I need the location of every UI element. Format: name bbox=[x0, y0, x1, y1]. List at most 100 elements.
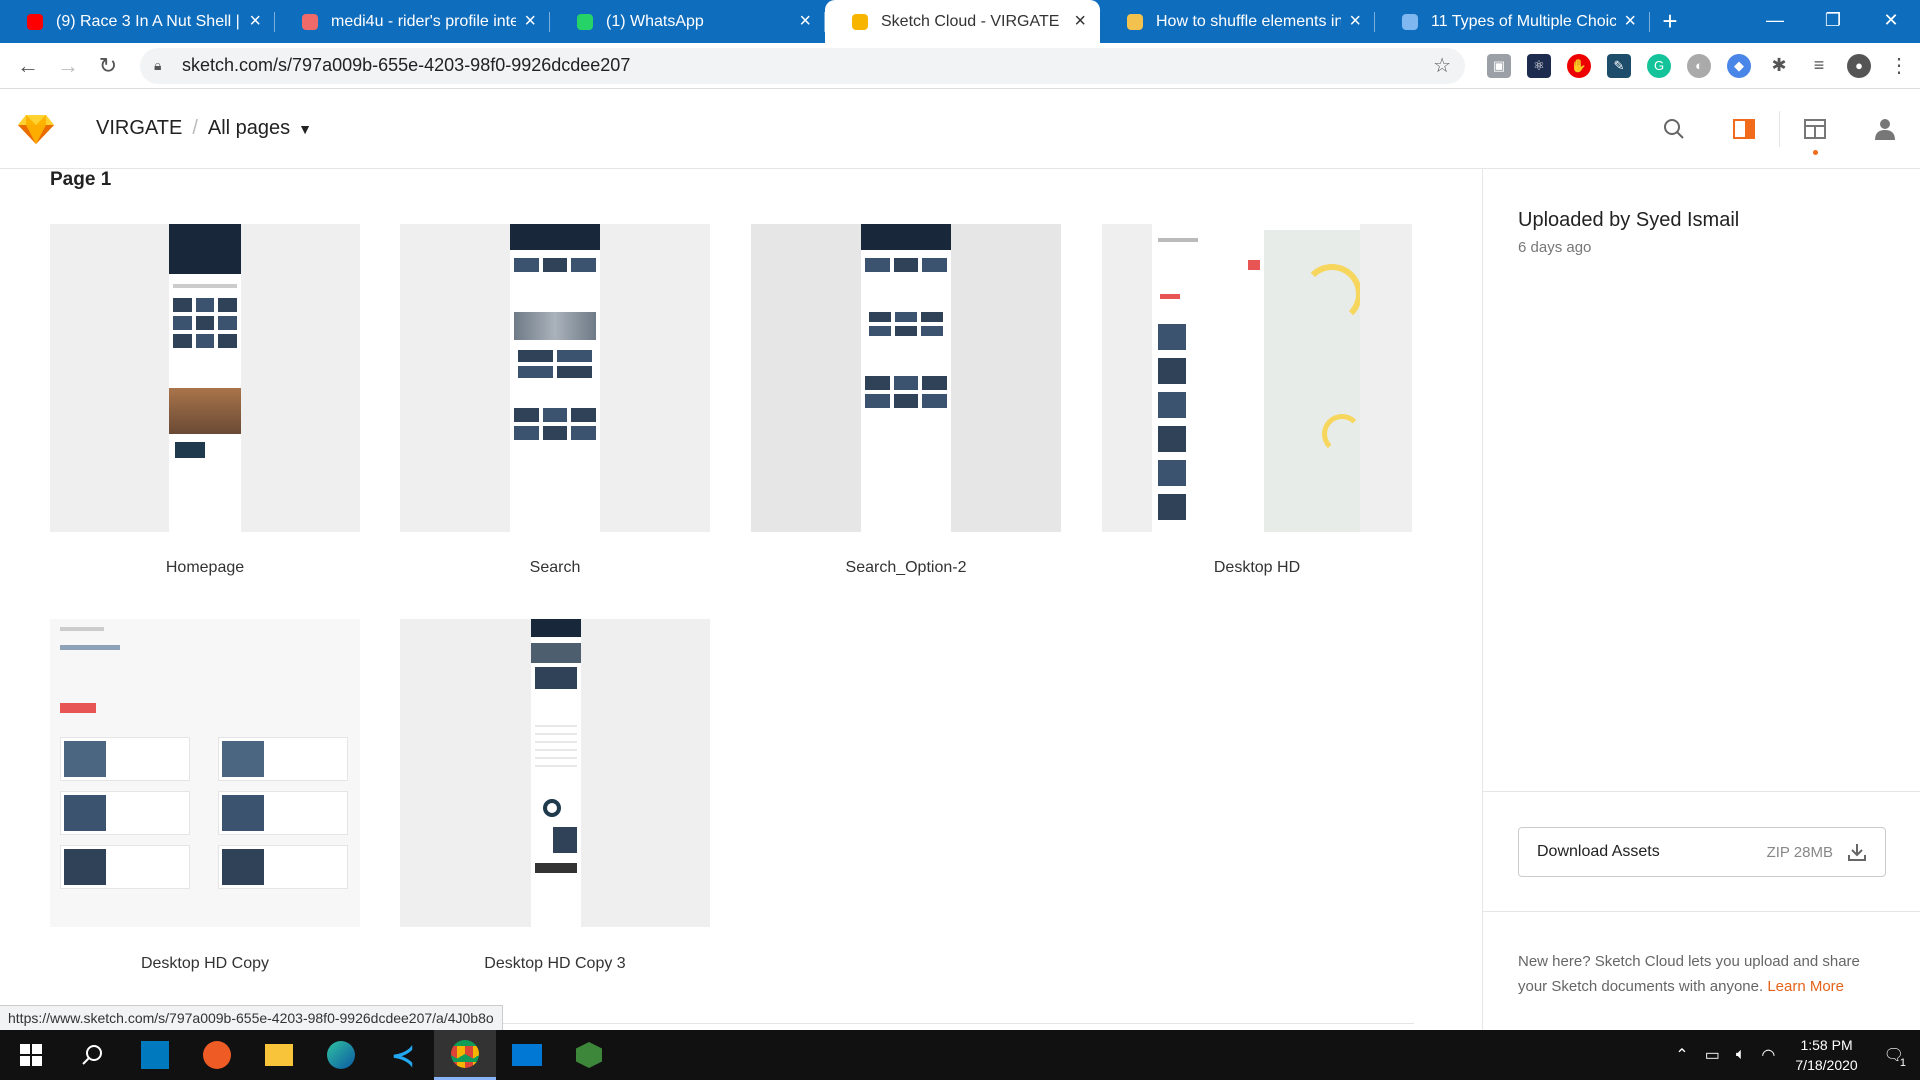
artboard-thumb-search[interactable] bbox=[400, 224, 710, 532]
action-center-button[interactable]: 🗨︎ 1 bbox=[1884, 1045, 1906, 1069]
chevron-down-icon[interactable]: ▼ bbox=[298, 121, 312, 137]
search-button[interactable] bbox=[1639, 89, 1709, 169]
start-button[interactable] bbox=[0, 1030, 62, 1080]
artboard-preview bbox=[861, 224, 951, 532]
forward-icon[interactable]: → bbox=[48, 53, 88, 79]
artboard-label[interactable]: Desktop HD bbox=[1102, 559, 1412, 577]
sidebar-toggle-button[interactable] bbox=[1709, 89, 1779, 169]
new-tab-button[interactable]: + bbox=[1650, 0, 1690, 43]
close-tab-icon[interactable]: × bbox=[799, 10, 811, 33]
tab-title: 11 Types of Multiple Choice bbox=[1431, 12, 1617, 30]
close-window-icon[interactable]: ✕ bbox=[1862, 0, 1920, 40]
reload-icon[interactable]: ↻ bbox=[88, 53, 128, 79]
browser-toolbar: ← → ↻ 🔒︎ sketch.com/s/797a009b-655e-4203… bbox=[0, 43, 1920, 89]
learn-more-link[interactable]: Learn More bbox=[1767, 978, 1844, 995]
grammarly-icon[interactable]: G bbox=[1647, 53, 1671, 78]
artboard-label[interactable]: Homepage bbox=[50, 559, 360, 577]
adblock-icon[interactable]: ✋ bbox=[1567, 53, 1591, 78]
tab-title: medi4u - rider's profile integ bbox=[331, 12, 517, 30]
url-text[interactable]: sketch.com/s/797a009b-655e-4203-98f0-992… bbox=[182, 55, 1433, 76]
pages-dropdown[interactable]: All pages bbox=[208, 117, 290, 140]
artboard-label[interactable]: Search bbox=[400, 559, 710, 577]
browser-tab[interactable]: How to shuffle elements in a × bbox=[1100, 0, 1375, 43]
minimize-icon[interactable]: — bbox=[1746, 0, 1804, 40]
trello-icon bbox=[141, 1041, 169, 1069]
clock[interactable]: 1:58 PM 7/18/2020 bbox=[1795, 1035, 1857, 1075]
taskbar-nodejs[interactable] bbox=[558, 1030, 620, 1080]
taskbar-file-explorer[interactable] bbox=[248, 1030, 310, 1080]
typeform-icon bbox=[1401, 13, 1419, 31]
header-actions bbox=[1639, 89, 1920, 169]
close-tab-icon[interactable]: × bbox=[249, 10, 261, 33]
close-tab-icon[interactable]: × bbox=[1074, 10, 1086, 33]
extension-icon[interactable]: ▣ bbox=[1487, 53, 1511, 78]
artboard-thumb-search-option-2[interactable] bbox=[751, 224, 1061, 532]
artboard-preview bbox=[50, 619, 360, 927]
battery-icon[interactable]: ▭ bbox=[1705, 1045, 1720, 1065]
artboard-label[interactable]: Desktop HD Copy bbox=[50, 955, 360, 973]
volume-icon[interactable]: 🔈︎ bbox=[1736, 1046, 1746, 1064]
upload-time: 6 days ago bbox=[1518, 239, 1592, 256]
postman-icon bbox=[203, 1041, 231, 1069]
sketch-logo-icon[interactable] bbox=[18, 114, 54, 144]
clock-time: 1:58 PM bbox=[1800, 1037, 1853, 1053]
sidebar-divider bbox=[1483, 791, 1920, 792]
artboard-thumb-desktop-hd[interactable] bbox=[1102, 224, 1412, 532]
close-tab-icon[interactable]: × bbox=[1624, 10, 1636, 33]
document-canvas: Page 1 Homepage Search Search_Option-2 D… bbox=[0, 169, 1482, 1030]
react-devtools-icon[interactable]: ⚛ bbox=[1527, 53, 1551, 78]
folder-icon bbox=[265, 1044, 293, 1066]
taskbar-edge[interactable] bbox=[310, 1030, 372, 1080]
browser-menu-icon[interactable]: ⋮ bbox=[1887, 54, 1911, 78]
mail-icon bbox=[512, 1044, 542, 1066]
address-bar[interactable]: 🔒︎ sketch.com/s/797a009b-655e-4203-98f0-… bbox=[140, 47, 1465, 84]
media-control-icon[interactable]: ≡ bbox=[1807, 54, 1831, 78]
taskbar-search-button[interactable] bbox=[62, 1030, 124, 1080]
download-assets-button[interactable]: Download Assets ZIP 28MB bbox=[1518, 827, 1886, 877]
browser-tab[interactable]: Sketch Cloud - VIRGATE × bbox=[825, 0, 1100, 43]
pen-extension-icon[interactable]: ✎ bbox=[1607, 53, 1631, 78]
back-icon[interactable]: ← bbox=[8, 53, 48, 79]
browser-tab[interactable]: medi4u - rider's profile integ × bbox=[275, 0, 550, 43]
layout-grid-icon bbox=[1804, 119, 1826, 139]
shield-extension-icon[interactable]: ◆ bbox=[1727, 53, 1751, 78]
download-meta: ZIP 28MB bbox=[1766, 843, 1833, 861]
taskbar-vscode[interactable]: ≺ bbox=[372, 1030, 434, 1080]
chevron-up-icon[interactable]: ⌃ bbox=[1675, 1045, 1688, 1065]
profile-avatar-icon[interactable]: ● bbox=[1847, 53, 1871, 78]
artboard-label[interactable]: Desktop HD Copy 3 bbox=[400, 955, 710, 973]
breadcrumb-separator: / bbox=[192, 117, 198, 139]
tab-separator bbox=[1649, 12, 1650, 32]
close-tab-icon[interactable]: × bbox=[524, 10, 536, 33]
search-icon bbox=[82, 1045, 102, 1065]
browser-tab-strip: (9) Race 3 In A Nut Shell | You×medi4u -… bbox=[0, 0, 1920, 43]
artboard-thumb-desktop-hd-copy[interactable] bbox=[50, 619, 360, 927]
artboard-thumb-homepage[interactable] bbox=[50, 224, 360, 532]
vscode-icon: ≺ bbox=[391, 1039, 415, 1071]
artboard-preview bbox=[510, 224, 600, 532]
wifi-icon[interactable]: ◠ bbox=[1761, 1045, 1775, 1065]
taskbar-chrome[interactable] bbox=[434, 1030, 496, 1080]
bookmark-star-icon[interactable]: ☆ bbox=[1433, 53, 1451, 78]
artboard-label[interactable]: Search_Option-2 bbox=[751, 559, 1061, 577]
taskbar-postman[interactable] bbox=[186, 1030, 248, 1080]
puzzle-extensions-icon[interactable]: ✱ bbox=[1767, 54, 1791, 78]
artboard-thumb-desktop-hd-copy-3[interactable] bbox=[400, 619, 710, 927]
codegrepper-icon bbox=[1126, 13, 1144, 31]
windows-taskbar: ≺ ⌃ ▭ 🔈︎ ◠ 1:58 PM 7/18/2020 🗨︎ 1 bbox=[0, 1030, 1920, 1080]
circle-extension-icon[interactable]: ◐ bbox=[1687, 53, 1711, 78]
breadcrumb: VIRGATE / All pages ▼ bbox=[96, 117, 312, 140]
account-button[interactable] bbox=[1850, 89, 1920, 169]
notification-dot bbox=[1813, 150, 1818, 155]
taskbar-trello[interactable] bbox=[124, 1030, 186, 1080]
restore-icon[interactable]: ❐ bbox=[1804, 0, 1862, 40]
taskbar-mail[interactable] bbox=[496, 1030, 558, 1080]
browser-tab[interactable]: 11 Types of Multiple Choice × bbox=[1375, 0, 1650, 43]
browser-tab[interactable]: (1) WhatsApp × bbox=[550, 0, 825, 43]
browser-tab[interactable]: (9) Race 3 In A Nut Shell | You × bbox=[0, 0, 275, 43]
system-tray: ⌃ ▭ 🔈︎ ◠ 1:58 PM 7/18/2020 🗨︎ 1 bbox=[1667, 1030, 1920, 1080]
layout-button[interactable] bbox=[1780, 89, 1850, 169]
extensions-bar: ▣ ⚛ ✋ ✎ G ◐ ◆ ✱ ≡ ● ⋮ bbox=[1479, 53, 1919, 78]
close-tab-icon[interactable]: × bbox=[1349, 10, 1361, 33]
project-name[interactable]: VIRGATE bbox=[96, 117, 182, 140]
